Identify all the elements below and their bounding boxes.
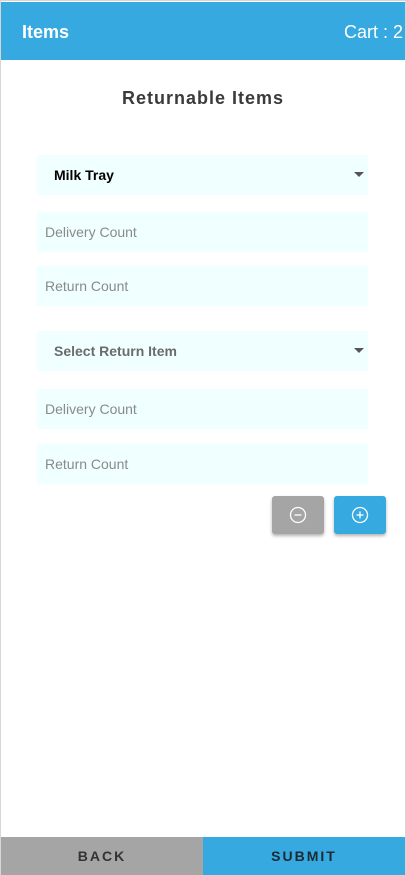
bottom-action-bar: BACK SUBMIT bbox=[1, 837, 405, 875]
minus-circle-icon bbox=[289, 506, 307, 524]
cart-indicator[interactable]: Cart : 2 bbox=[344, 22, 403, 43]
return-count-field[interactable]: Return Count bbox=[37, 266, 368, 306]
screen-frame bbox=[0, 0, 406, 875]
remove-item-button[interactable] bbox=[272, 496, 324, 534]
caret-down-icon bbox=[354, 172, 364, 177]
return-count-placeholder: Return Count bbox=[45, 456, 129, 472]
delivery-count-placeholder: Delivery Count bbox=[45, 224, 137, 240]
delivery-count-field[interactable]: Delivery Count bbox=[37, 389, 368, 429]
return-item-select-value: Milk Tray bbox=[54, 167, 114, 183]
add-item-button[interactable] bbox=[334, 496, 386, 534]
return-count-placeholder: Return Count bbox=[45, 278, 129, 294]
submit-button[interactable]: SUBMIT bbox=[203, 837, 405, 875]
caret-down-icon bbox=[354, 348, 364, 353]
page-title: Items bbox=[22, 22, 70, 42]
return-item-select[interactable]: Milk Tray bbox=[37, 155, 368, 195]
return-item-select[interactable]: Select Return Item bbox=[37, 331, 368, 371]
app-bar: Items Cart : 2 bbox=[1, 2, 405, 60]
delivery-count-placeholder: Delivery Count bbox=[45, 401, 137, 417]
back-button[interactable]: BACK bbox=[1, 837, 203, 875]
section-title: Returnable Items bbox=[121, 88, 285, 108]
delivery-count-field[interactable]: Delivery Count bbox=[37, 212, 368, 252]
return-item-select-value: Select Return Item bbox=[54, 343, 177, 359]
plus-circle-icon bbox=[351, 506, 369, 524]
return-count-field[interactable]: Return Count bbox=[37, 444, 368, 484]
